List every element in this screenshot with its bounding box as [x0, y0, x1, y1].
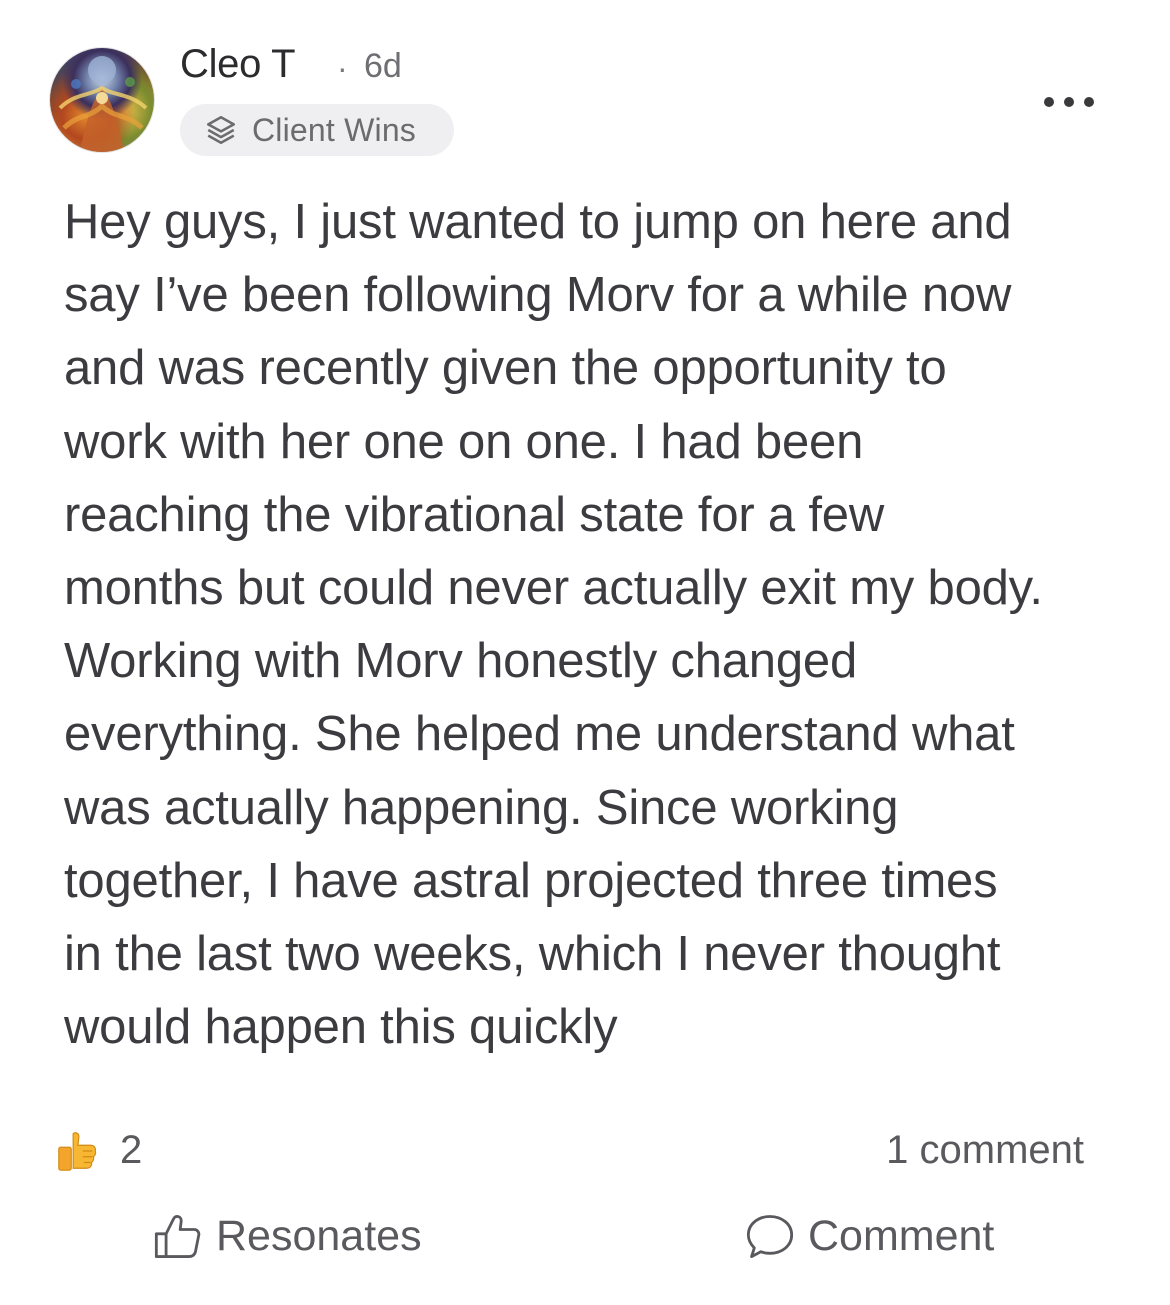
post-body-line: Working with Morv honestly changed	[64, 634, 858, 689]
post-body-line: Hey guys, I just wanted to jump on here …	[64, 195, 1012, 249]
reaction-count[interactable]: 2	[120, 1128, 142, 1173]
comment-label: Comment	[808, 1211, 995, 1260]
post-body-line: together, I have astral projected three …	[64, 853, 998, 908]
thumbs-up-outline-icon	[154, 1215, 201, 1258]
post-body-line: would happen this quickly	[64, 1000, 618, 1055]
post-body: Hey guys, I just wanted to jump on here …	[64, 186, 1124, 1064]
thumbs-up-emoji-icon[interactable]	[54, 1128, 100, 1174]
speech-bubble-icon	[746, 1215, 794, 1258]
meta-separator: ·	[337, 50, 348, 86]
comment-count-link[interactable]: 1 comment	[886, 1128, 1084, 1173]
post-card: Cleo T · 6d Client Wins Hey guys, I just…	[0, 0, 1170, 1305]
more-dot	[1084, 97, 1094, 107]
post-body-line: reaching the vibrational state for a few	[64, 487, 885, 542]
category-label: Client Wins	[252, 111, 417, 148]
post-body-line: was actually happening. Since working	[64, 780, 899, 835]
more-dot	[1064, 97, 1074, 107]
post-body-line: work with her one on one. I had been	[64, 414, 864, 469]
post-timestamp: 6d	[364, 47, 402, 85]
comment-button[interactable]: Comment	[744, 1206, 994, 1266]
post-body-line: months but could never actually exit my …	[64, 561, 1043, 616]
post-body-line: in the last two weeks, which I never tho…	[64, 927, 1001, 982]
post-body-line: say I’ve been following Morv for a while…	[64, 268, 1012, 323]
author-name[interactable]: Cleo T	[180, 42, 296, 87]
more-dot	[1044, 97, 1054, 107]
more-options-icon[interactable]	[1044, 90, 1094, 114]
author-avatar[interactable]	[50, 48, 154, 152]
category-badge[interactable]: Client Wins	[180, 104, 454, 156]
avatar-artwork	[58, 56, 148, 152]
resonates-label: Resonates	[216, 1211, 422, 1260]
post-body-line: and was recently given the opportunity t…	[64, 341, 947, 396]
post-body-line: everything. She helped me understand wha…	[64, 707, 1015, 762]
layers-icon	[206, 115, 236, 145]
resonates-button[interactable]: Resonates	[152, 1206, 422, 1266]
